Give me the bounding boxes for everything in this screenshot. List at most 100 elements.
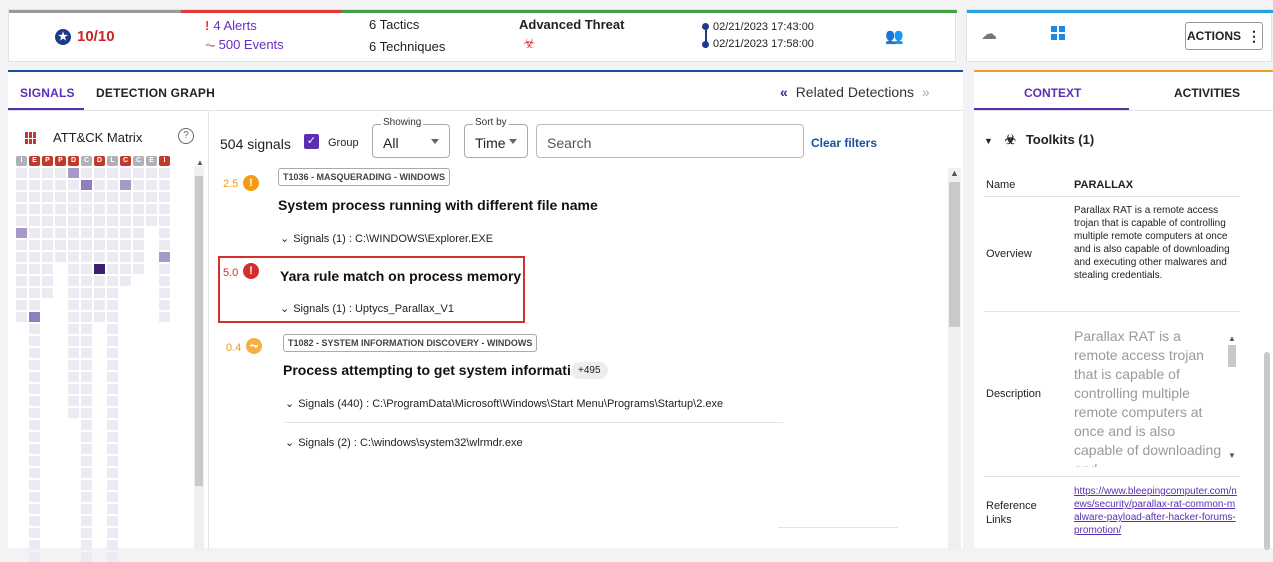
matrix-cell[interactable] [81,552,92,562]
matrix-cell[interactable] [107,360,118,370]
double-chevron-right-icon[interactable]: » [922,84,930,100]
matrix-cell[interactable] [159,168,170,178]
toolkits-section[interactable]: ▼ ☣ Toolkits (1) [984,132,1094,148]
signal-row[interactable]: ⌄ Signals (440) : C:\ProgramData\Microsof… [285,397,723,410]
matrix-cell[interactable] [107,444,118,454]
technique-badge[interactable]: T1036 - MASQUERADING - WINDOWS [278,168,451,186]
matrix-header-cell[interactable]: D [94,156,105,166]
signal-title[interactable]: Process attempting to get system informa… [283,362,588,378]
matrix-cell[interactable] [29,492,40,502]
matrix-cell[interactable] [81,384,92,394]
matrix-cell[interactable] [55,180,66,190]
matrix-cell[interactable] [68,240,79,250]
matrix-cell[interactable] [107,276,118,286]
search-input[interactable]: Search [536,124,804,158]
matrix-cell[interactable] [94,264,105,274]
matrix-cell[interactable] [107,420,118,430]
matrix-cell[interactable] [146,192,157,202]
description-box[interactable]: Parallax RAT is a remote access trojan t… [1074,327,1236,467]
matrix-cell[interactable] [81,216,92,226]
matrix-cell[interactable] [94,168,105,178]
matrix-cell[interactable] [120,252,131,262]
matrix-cell[interactable] [55,168,66,178]
matrix-cell[interactable] [68,384,79,394]
matrix-cell[interactable] [55,216,66,226]
matrix-cell[interactable] [42,276,53,286]
matrix-scroll-thumb[interactable] [195,176,203,486]
matrix-cell[interactable] [81,252,92,262]
matrix-cell[interactable] [94,252,105,262]
matrix-header-cell[interactable]: P [55,156,66,166]
alerts-link[interactable]: ! 4 Alerts [205,18,257,33]
matrix-cell[interactable] [133,192,144,202]
matrix-cell[interactable] [29,240,40,250]
matrix-cell[interactable] [107,228,118,238]
matrix-cell[interactable] [55,240,66,250]
matrix-cell[interactable] [16,252,27,262]
technique-badge[interactable]: T1082 - SYSTEM INFORMATION DISCOVERY - W… [283,334,538,352]
matrix-cell[interactable] [42,192,53,202]
matrix-header-cell[interactable]: L [107,156,118,166]
matrix-cell[interactable] [120,168,131,178]
scroll-up-icon[interactable]: ▲ [196,158,204,167]
matrix-cell[interactable] [107,216,118,226]
matrix-cell[interactable] [159,312,170,322]
matrix-cell[interactable] [81,480,92,490]
scroll-down-icon[interactable]: ▼ [1228,451,1237,460]
matrix-cell[interactable] [29,528,40,538]
matrix-cell[interactable] [29,516,40,526]
matrix-cell[interactable] [81,312,92,322]
matrix-cell[interactable] [81,228,92,238]
matrix-cell[interactable] [42,228,53,238]
sortby-select[interactable]: Sort by Time [464,117,528,158]
matrix-cell[interactable] [55,204,66,214]
signal-row[interactable]: ⌄ Signals (1) : Uptycs_Parallax_V1 [280,302,454,315]
matrix-cell[interactable] [107,408,118,418]
matrix-header-cell[interactable]: P [42,156,53,166]
matrix-cell[interactable] [81,504,92,514]
matrix-cell[interactable] [133,264,144,274]
matrix-header-cell[interactable]: E [29,156,40,166]
matrix-header-cell[interactable]: C [133,156,144,166]
clear-filters-link[interactable]: Clear filters [811,136,877,150]
matrix-cell[interactable] [107,288,118,298]
matrix-cell[interactable] [107,300,118,310]
matrix-cell[interactable] [120,216,131,226]
matrix-cell[interactable] [68,372,79,382]
scroll-up-icon[interactable]: ▲ [1228,334,1237,343]
matrix-cell[interactable] [55,252,66,262]
matrix-cell[interactable] [68,324,79,334]
matrix-cell[interactable] [159,252,170,262]
matrix-cell[interactable] [29,288,40,298]
matrix-cell[interactable] [16,228,27,238]
matrix-cell[interactable] [16,288,27,298]
matrix-header-cell[interactable]: I [159,156,170,166]
matrix-cell[interactable] [16,312,27,322]
matrix-cell[interactable] [81,516,92,526]
matrix-cell[interactable] [29,228,40,238]
matrix-cell[interactable] [55,192,66,202]
matrix-cell[interactable] [107,456,118,466]
matrix-cell[interactable] [68,252,79,262]
matrix-cell[interactable] [16,168,27,178]
matrix-cell[interactable] [146,168,157,178]
matrix-cell[interactable] [133,240,144,250]
matrix-cell[interactable] [120,228,131,238]
matrix-cell[interactable] [81,348,92,358]
matrix-cell[interactable] [94,216,105,226]
matrix-cell[interactable] [81,420,92,430]
matrix-cell[interactable] [68,396,79,406]
matrix-cell[interactable] [159,228,170,238]
showing-select[interactable]: Showing All [372,117,450,158]
matrix-cell[interactable] [120,180,131,190]
matrix-cell[interactable] [68,264,79,274]
scroll-up-icon[interactable]: ▲ [950,168,959,178]
events-link[interactable]: ⏦ 500 Events [205,37,284,53]
matrix-cell[interactable] [94,300,105,310]
matrix-cell[interactable] [29,312,40,322]
matrix-cell[interactable] [16,216,27,226]
double-chevron-left-icon[interactable]: « [780,84,788,100]
matrix-cell[interactable] [42,264,53,274]
signal-title[interactable]: Yara rule match on process memory [280,268,521,284]
matrix-cell[interactable] [94,276,105,286]
